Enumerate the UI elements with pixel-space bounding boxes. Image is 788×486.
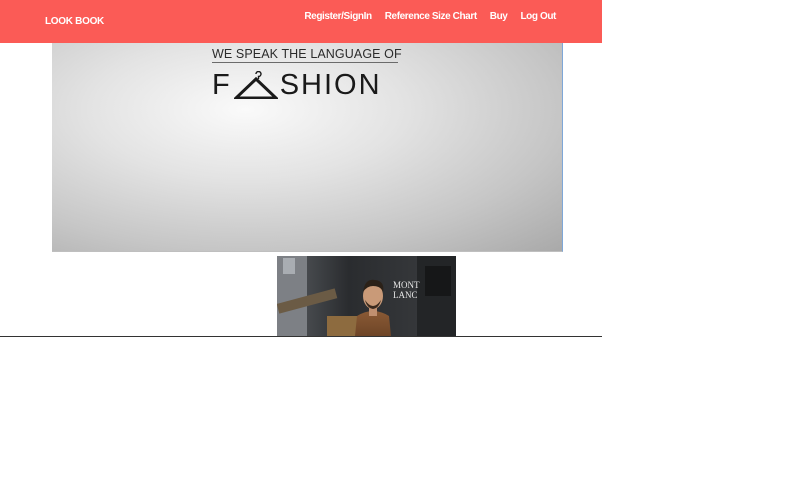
brand-link[interactable]: LOOK BOOK	[45, 16, 104, 27]
page: LOOK BOOK Register/SignIn Reference Size…	[0, 0, 788, 486]
man-street-photo	[277, 256, 456, 336]
navbar: LOOK BOOK Register/SignIn Reference Size…	[0, 0, 602, 43]
wordmark-suffix: SHION	[279, 69, 382, 101]
lookbook-photo: MONT LANC	[277, 256, 456, 336]
nav-links: Register/SignIn Reference Size Chart Buy…	[304, 11, 556, 22]
hero-tagline: WE SPEAK THE LANGUAGE OF	[212, 47, 402, 63]
fashion-wordmark: F SHION	[212, 67, 382, 101]
wordmark-prefix: F	[212, 69, 232, 101]
logout-link[interactable]: Log Out	[520, 11, 556, 22]
content-divider	[0, 336, 602, 337]
size-chart-link[interactable]: Reference Size Chart	[385, 11, 477, 22]
sign-line-1: MONT	[393, 280, 420, 290]
register-signin-link[interactable]: Register/SignIn	[304, 11, 372, 22]
sign-text: MONT LANC	[393, 280, 420, 300]
hero-banner: WE SPEAK THE LANGUAGE OF F SHION	[52, 43, 563, 252]
buy-link[interactable]: Buy	[490, 11, 508, 22]
sign-line-2: LANC	[393, 290, 418, 300]
hanger-icon	[233, 71, 278, 99]
